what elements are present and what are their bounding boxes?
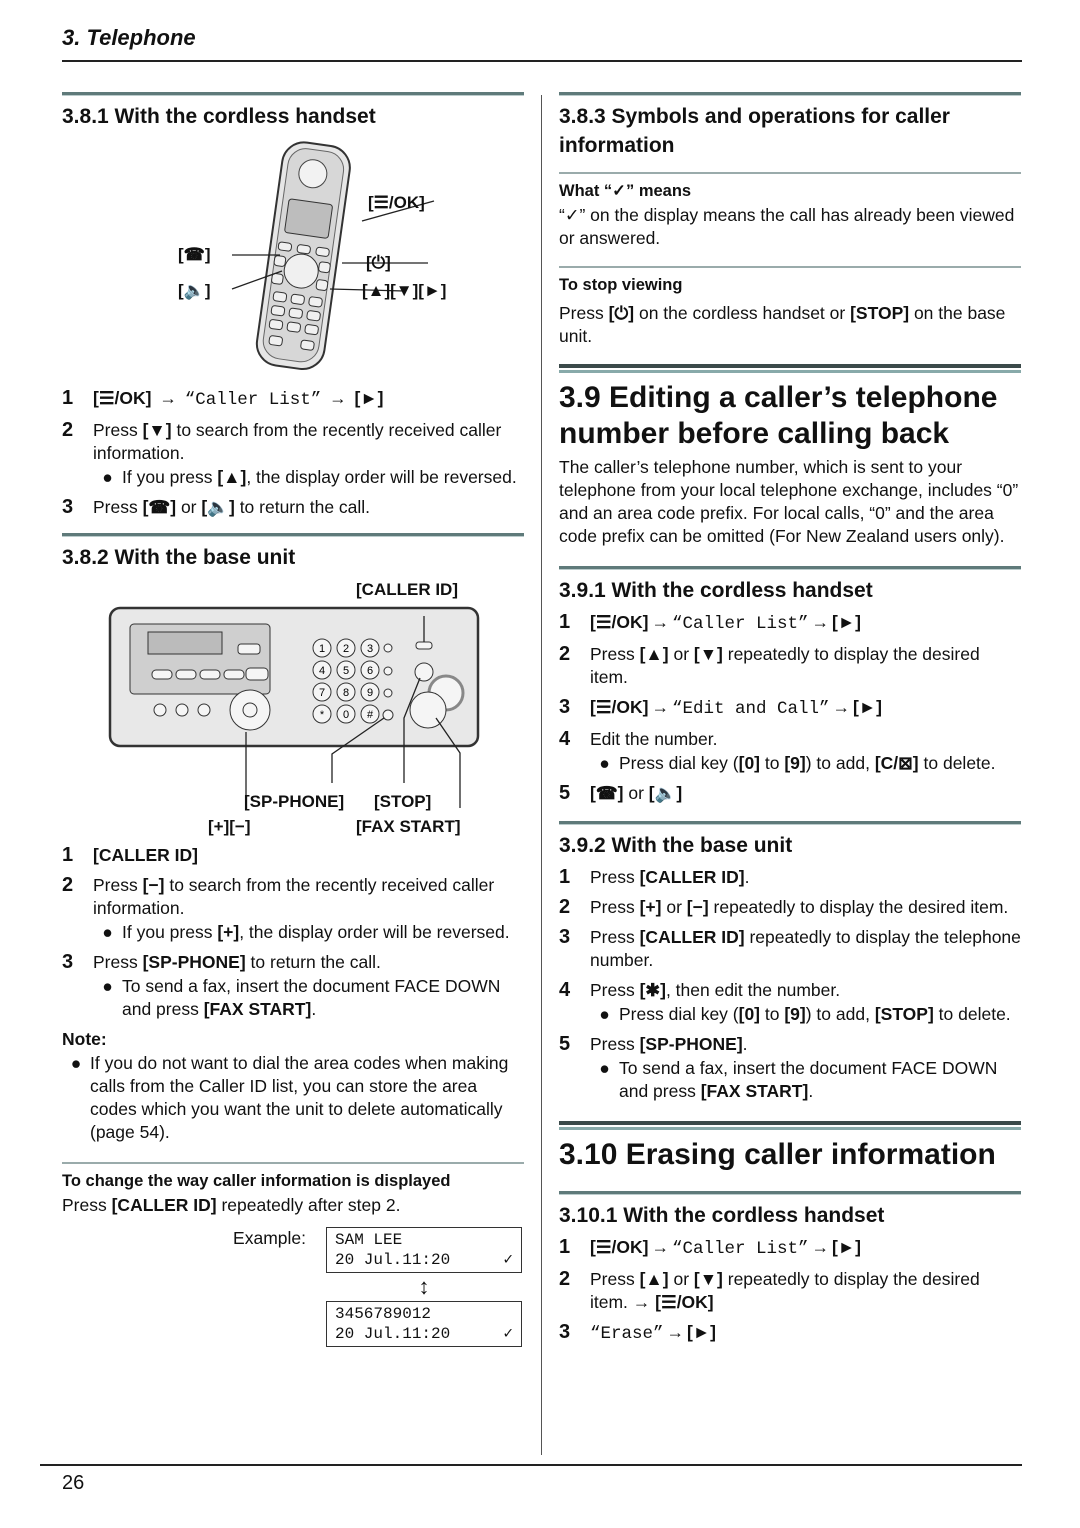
handset-illustration xyxy=(231,141,435,371)
chapter-header: 3. Telephone xyxy=(62,25,196,50)
step-1: 1 [☰/OK] → “Caller List” → [►] xyxy=(559,611,861,634)
what-check-means-heading: What “✓” means xyxy=(559,182,692,200)
right-column: 3.8.3 Symbols and operations for caller … xyxy=(559,92,1021,1353)
step-5: 5 [☎] or [🔈] xyxy=(559,782,683,804)
header-rule xyxy=(62,60,1022,62)
stop-viewing-heading: To stop viewing xyxy=(559,276,683,294)
chapter-bar xyxy=(559,364,1021,370)
bullet: ● Press dial key ([0] to [9]) to add, [C/… xyxy=(599,753,996,773)
note-label: Note: xyxy=(62,1029,107,1049)
keypad-key-label: 4 xyxy=(319,665,325,677)
section-title-3-10-1: 3.10.1 With the cordless handset xyxy=(559,1204,885,1227)
bullet: ● If you press [▲], the display order wil… xyxy=(102,467,517,487)
lcd-display-name: SAM LEE 20 Jul.11:20 ✓ xyxy=(326,1227,522,1273)
keypad-key-label: 6 xyxy=(367,665,373,677)
section-bar xyxy=(559,92,1021,96)
section-title-3-8-3: 3.8.3 Symbols and operations for caller … xyxy=(559,105,950,157)
step-3: 3 Press [CALLER ID] repeatedly to displa… xyxy=(559,926,1021,970)
keypad-key-label: 3 xyxy=(367,643,373,655)
bullet: ● To send a fax, insert the document FACE… xyxy=(102,976,501,1019)
section-rule xyxy=(559,172,1021,174)
keypad-key-label: 7 xyxy=(319,687,325,699)
step-3: 3 Press [☎] or [🔈] to return the call. xyxy=(62,496,371,518)
step-2: 2 Press [▼] to search from the recently … xyxy=(62,419,524,489)
step-1: 1 [CALLER ID] xyxy=(62,844,198,866)
label-sp-phone: [SP-PHONE] xyxy=(244,792,345,811)
menu-ok-key: [☰/OK] xyxy=(93,388,152,408)
label-speaker: [🔈] xyxy=(178,281,211,300)
example-label: Example: xyxy=(233,1228,306,1248)
step-2: 2 Press [+] or [−] repeatedly to display… xyxy=(559,896,1009,918)
section-bar xyxy=(559,566,1021,570)
keypad-key-label: 0 xyxy=(343,709,349,721)
section-title-3-10: 3.10 Erasing caller information xyxy=(559,1138,996,1171)
step-1: 1 Press [CALLER ID]. xyxy=(559,866,750,888)
footer-rule xyxy=(40,1464,1022,1466)
lcd-example: Example: SAM LEE 20 Jul.11:20 ✓ ↕ 3456789… xyxy=(62,1227,524,1347)
step-3: 3 “Erase” → [►] xyxy=(559,1321,716,1344)
note-bullet: ● If you do not want to dial the area cod… xyxy=(70,1053,509,1142)
step-2: 2 Press [▲] or [▼] repeatedly to display… xyxy=(559,643,980,687)
base-unit-figure: 1 2 3 4 5 6 7 8 9 * 0 # [CALLER ID] [SP-PHONE] [STO… xyxy=(62,578,524,838)
keypad-key-label: 5 xyxy=(343,665,349,677)
section-title-3-8-2: 3.8.2 With the base unit xyxy=(62,546,296,569)
label-nav: [▲][▼][►] xyxy=(362,281,447,300)
step-1: 1 [☰/OK] → “Caller List” → [►] xyxy=(62,387,384,410)
section-bar xyxy=(559,821,1021,825)
section-bar xyxy=(559,1191,1021,1195)
what-check-means-text: “✓” on the display means the call has al… xyxy=(559,205,1015,248)
step-4: 4 Press [✱], then edit the number. ● Pres… xyxy=(559,979,1021,1026)
section-title-3-8-1: 3.8.1 With the cordless handset xyxy=(62,105,376,128)
section-title-3-9-2: 3.9.2 With the base unit xyxy=(559,834,793,857)
step-2: 2 Press [−] to search from the recently … xyxy=(62,874,524,944)
viewed-check-icon: ✓ xyxy=(503,1325,513,1343)
step-5: 5 Press [SP-PHONE]. ● To send a fax, inse… xyxy=(559,1033,1021,1103)
label-stop: [STOP] xyxy=(374,792,432,811)
bullet: ● Press dial key ([0] to [9]) to add, [ST… xyxy=(599,1004,1011,1024)
section-rule xyxy=(559,266,1021,268)
keypad-key-label: 1 xyxy=(319,643,325,655)
label-plus-minus: [+][−] xyxy=(208,817,251,836)
right-key: [►] xyxy=(354,388,384,408)
section-rule xyxy=(62,1162,524,1164)
page-number: 26 xyxy=(62,1472,85,1494)
section-bar xyxy=(62,92,524,96)
section-title-3-9-1: 3.9.1 With the cordless handset xyxy=(559,579,873,602)
keypad-key-label: 8 xyxy=(343,687,349,699)
keypad-key-label: 2 xyxy=(343,643,349,655)
step-4: 4 Edit the number. ● Press dial key ([0] … xyxy=(559,728,1021,775)
section-title-3-9: 3.9 Editing a caller’s telephone number … xyxy=(559,381,998,450)
section-bar xyxy=(62,533,524,537)
handset-figure: [☰/OK] [☎] [⏻] [🔈] [▲][▼][►] xyxy=(62,141,524,381)
label-caller-id: [CALLER ID] xyxy=(356,580,458,599)
change-display-text: Press [CALLER ID] repeatedly after step … xyxy=(62,1195,401,1215)
step-3: 3 Press [SP-PHONE] to return the call. ●… xyxy=(62,951,524,1021)
step-3: 3 [☰/OK] → “Edit and Call” → [►] xyxy=(559,696,882,719)
left-column: 3.8.1 With the cordless handset [☰/OK] [… xyxy=(62,92,524,1347)
step-2: 2 Press [▲] or [▼] repeatedly to display… xyxy=(559,1268,980,1312)
column-divider xyxy=(541,95,542,1455)
keypad-key-label: * xyxy=(320,709,325,721)
label-off: [⏻] xyxy=(366,253,391,272)
viewed-check-icon: ✓ xyxy=(503,1251,513,1269)
stop-viewing-text: Press [⏻] on the cordless handset or [ST… xyxy=(559,303,1006,346)
label-menu-ok: [☰/OK] xyxy=(368,193,425,212)
section-3-9-intro: The caller’s telephone number, which is … xyxy=(559,457,1019,546)
swap-arrow-icon: ↕ xyxy=(418,1274,430,1299)
chapter-bar xyxy=(559,1121,1021,1127)
change-display-heading: To change the way caller information is … xyxy=(62,1172,451,1190)
keypad-key-label: 9 xyxy=(367,687,373,699)
step-1: 1 [☰/OK] → “Caller List” → [►] xyxy=(559,1236,861,1259)
label-fax-start: [FAX START] xyxy=(356,817,461,836)
lcd-display-number: 3456789012 20 Jul.11:20 ✓ xyxy=(326,1301,522,1347)
bullet: ● If you press [+], the display order wil… xyxy=(102,922,510,942)
label-talk: [☎] xyxy=(178,245,211,264)
keypad-key-label: # xyxy=(367,709,374,721)
bullet: ● To send a fax, insert the document FACE… xyxy=(599,1058,998,1101)
